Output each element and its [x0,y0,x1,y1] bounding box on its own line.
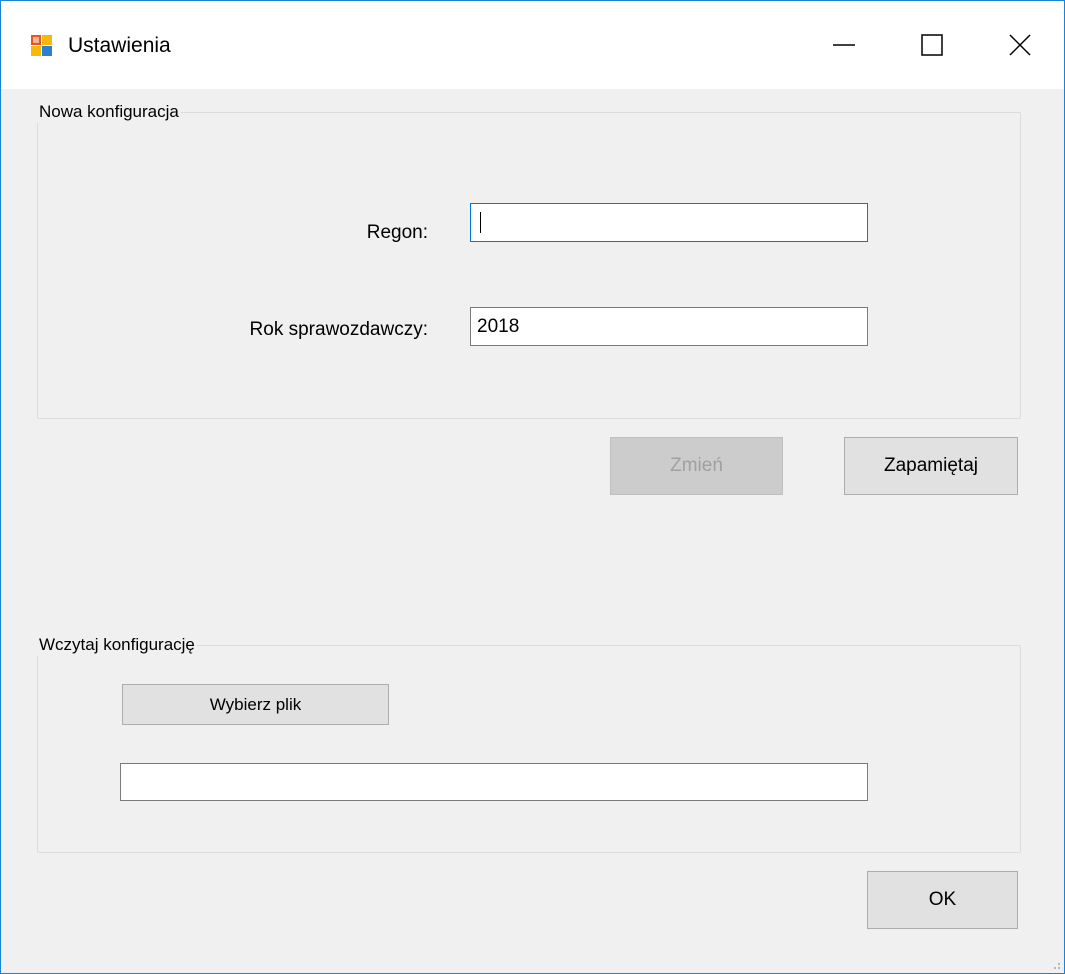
maximize-button[interactable] [888,1,976,89]
load-config-group-label: Wczytaj konfigurację [37,634,197,656]
window-title: Ustawienia [68,34,171,57]
maximize-icon [921,34,943,56]
minimize-icon [833,44,855,46]
new-config-group-label: Nowa konfiguracja [37,101,181,123]
change-button[interactable]: Zmień [610,437,783,495]
ok-button[interactable]: OK [867,871,1018,929]
reporting-year-label: Rok sprawozdawczy: [249,319,428,340]
reporting-year-input[interactable] [470,307,868,346]
choose-file-button[interactable]: Wybierz plik [122,684,389,725]
close-icon [1009,34,1031,56]
load-config-group [37,645,1021,853]
close-button[interactable] [976,1,1064,89]
regon-input[interactable] [470,203,868,242]
text-caret [480,212,481,233]
regon-label: Regon: [366,222,428,243]
settings-window: Ustawienia Nowa konfiguracja Regon: Rok … [0,0,1065,974]
title-bar[interactable]: Ustawienia [1,1,1064,89]
resize-grip-icon[interactable] [1049,958,1061,970]
save-button[interactable]: Zapamiętaj [844,437,1018,495]
new-config-group [37,112,1021,419]
minimize-button[interactable] [800,1,888,89]
app-window-icon [30,34,53,57]
file-path-input[interactable] [120,763,868,801]
